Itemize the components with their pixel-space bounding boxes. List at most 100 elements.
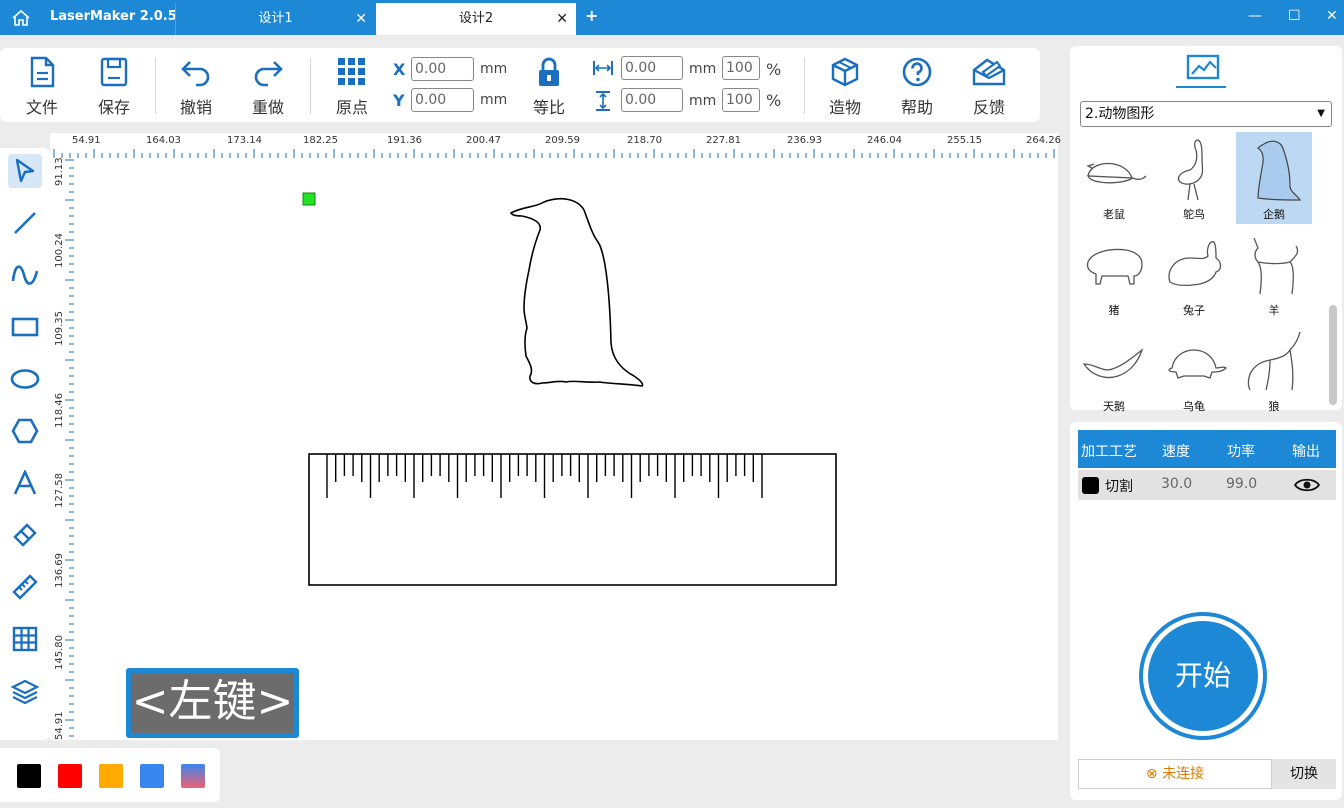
shape-item-rabbit[interactable]: 兔子 (1156, 228, 1232, 320)
add-tab-icon[interactable]: + (585, 6, 598, 25)
ruler-label: 54.91 (54, 711, 65, 740)
redo-button[interactable]: 重做 (240, 56, 296, 118)
lock-ratio-button[interactable]: 等比 (521, 56, 577, 118)
layer-panel: 加工工艺 速度 功率 输出 切割 30.0 99.0 (1070, 422, 1342, 800)
y-input[interactable]: 0.00 (411, 88, 474, 112)
eraser-tool[interactable] (8, 518, 42, 552)
close-icon[interactable]: ✕ (556, 3, 568, 35)
build-button[interactable]: 造物 (817, 56, 873, 118)
feedback-button[interactable]: 反馈 (961, 56, 1017, 118)
ruler-label: 182.25 (303, 135, 338, 146)
ruler-label: 236.93 (787, 135, 822, 146)
ruler-shape[interactable] (308, 453, 837, 586)
active-indicator (1176, 86, 1226, 88)
shape-item-wolf[interactable]: 狼 (1236, 324, 1312, 416)
build-label: 造物 (828, 98, 861, 117)
mouse-icon (1086, 162, 1147, 184)
rabbit-icon (1168, 241, 1222, 286)
width-input[interactable]: 0.00 (621, 56, 683, 80)
start-button[interactable]: 开始 (1139, 612, 1267, 740)
layer-power: 99.0 (1226, 476, 1258, 492)
shape-item-swan[interactable]: 天鹅 (1076, 324, 1152, 416)
grid-icon (338, 58, 365, 85)
redo-icon (254, 61, 283, 87)
layers-tool[interactable] (8, 674, 42, 708)
toolbar: 文件 保存 撤销 重做 原点 X 0.00 mm Y 0.00 mm 等比 0.… (0, 48, 1040, 122)
origin-marker[interactable] (302, 192, 316, 206)
polygon-tool[interactable] (8, 414, 42, 448)
height-percent-input[interactable]: 100 (722, 88, 760, 112)
horizontal-ruler: 54.91 164.03 173.14 182.25 191.36 200.47… (50, 133, 1061, 158)
x-label: X (393, 60, 406, 79)
start-label: 开始 (1148, 621, 1258, 731)
undo-button[interactable]: 撤销 (168, 56, 224, 118)
tab-design1[interactable]: 设计1 ✕ (175, 3, 375, 35)
line-tool[interactable] (8, 206, 42, 240)
ruler-label: 109.35 (54, 311, 65, 346)
left-key-label: <左键> (131, 673, 294, 733)
shape-item-mouse[interactable]: 老鼠 (1076, 132, 1152, 224)
select-tool[interactable] (8, 154, 42, 188)
shape-item-sheep[interactable]: 羊 (1236, 228, 1312, 320)
ruler-label: 218.70 (627, 135, 662, 146)
close-icon[interactable]: ✕ (355, 3, 367, 35)
shape-item-pig[interactable]: 猪 (1076, 228, 1152, 320)
turtle-icon (1168, 349, 1227, 379)
color-swatch-gradient[interactable] (181, 764, 205, 788)
maximize-icon[interactable]: ☐ (1288, 8, 1301, 24)
switch-button[interactable]: 切换 (1272, 759, 1336, 789)
ruler-label: 227.81 (706, 135, 741, 146)
help-button[interactable]: 帮助 (889, 56, 945, 118)
home-icon[interactable] (10, 8, 32, 28)
color-swatch-blue[interactable] (140, 764, 164, 788)
width-percent-input[interactable]: 100 (722, 56, 760, 80)
shape-item-turtle[interactable]: 乌龟 (1156, 324, 1232, 416)
title-bar: LaserMaker 2.0.5 设计1 ✕ 设计2 ✕ + — ☐ ✕ (0, 0, 1344, 35)
color-swatch-black[interactable] (17, 764, 41, 788)
ruler-label: 91.13 (54, 157, 65, 186)
color-swatch-red[interactable] (58, 764, 82, 788)
shape-item-penguin[interactable]: 企鹅 (1236, 132, 1312, 224)
height-input[interactable]: 0.00 (621, 88, 683, 112)
width-icon (593, 61, 613, 75)
design-canvas[interactable] (74, 158, 1058, 740)
layer-color[interactable] (1082, 477, 1099, 494)
close-window-icon[interactable]: ✕ (1326, 8, 1338, 24)
header-process: 加工工艺 (1081, 444, 1137, 460)
minimize-icon[interactable]: — (1248, 8, 1262, 24)
penguin-shape[interactable] (509, 197, 644, 387)
cube-icon (831, 57, 859, 87)
curve-tool[interactable] (8, 258, 42, 292)
help-label: 帮助 (900, 98, 933, 117)
pig-icon (1086, 248, 1143, 285)
ruler-label: 136.69 (54, 553, 65, 588)
cursor-icon (15, 158, 35, 183)
file-label: 文件 (25, 98, 58, 117)
text-icon (13, 470, 37, 495)
x-input[interactable]: 0.00 (411, 57, 474, 81)
shape-item-ostrich[interactable]: 鸵鸟 (1156, 132, 1232, 224)
ruler-tool[interactable] (8, 570, 42, 604)
text-tool[interactable] (8, 466, 42, 500)
ruler-label: 118.46 (54, 393, 65, 428)
array-tool[interactable] (8, 622, 42, 656)
shape-list-scrollbar[interactable] (1329, 305, 1337, 405)
image-icon[interactable] (1186, 54, 1220, 82)
ellipse-tool[interactable] (8, 362, 42, 396)
sheep-icon (1253, 237, 1299, 295)
save-button[interactable]: 保存 (86, 56, 142, 118)
ruler-icon (12, 574, 38, 600)
color-swatch-orange[interactable] (99, 764, 123, 788)
layer-row[interactable]: 切割 30.0 99.0 (1078, 470, 1336, 500)
category-select[interactable]: 2.动物图形 ▼ (1080, 101, 1332, 127)
eye-icon[interactable] (1294, 477, 1320, 493)
shape-name: 兔子 (1183, 304, 1205, 317)
file-button[interactable]: 文件 (14, 56, 70, 118)
rectangle-tool[interactable] (8, 310, 42, 344)
ruler-label: 209.59 (545, 135, 580, 146)
ruler-label: 127.58 (54, 473, 65, 508)
tab-design2[interactable]: 设计2 ✕ (376, 3, 576, 35)
divider (804, 58, 805, 114)
origin-button[interactable]: 原点 (324, 56, 380, 118)
height-unit: mm (689, 93, 717, 109)
